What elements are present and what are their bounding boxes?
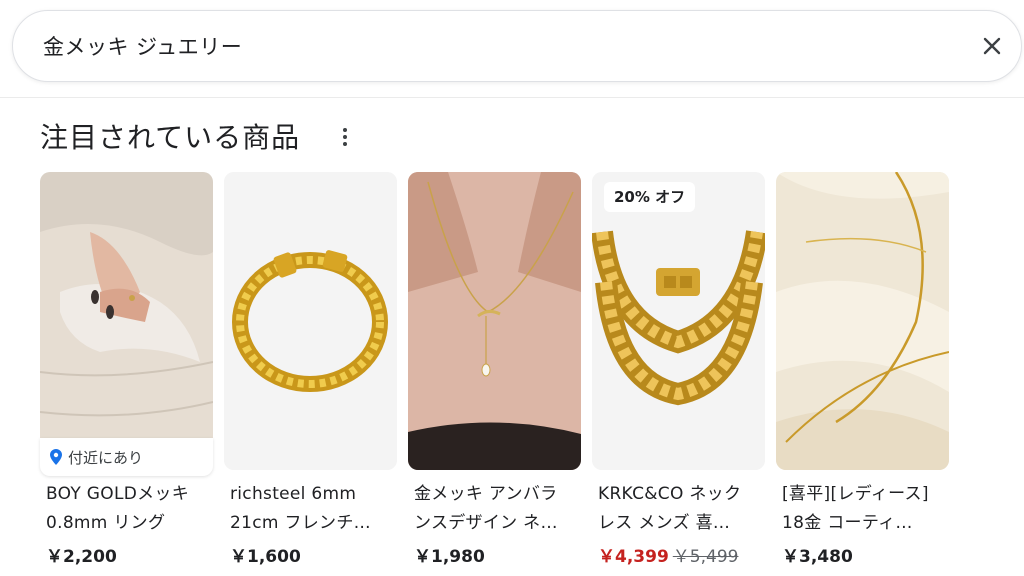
product-card[interactable]: [喜平][レディース] 18金 コーティ… ￥3,480: [776, 172, 949, 576]
location-pin-icon: [50, 449, 62, 465]
product-title-line: レス メンズ 喜…: [598, 513, 731, 533]
product-card[interactable]: 金メッキ アンバラ ンスデザイン ネ… ￥1,980: [408, 172, 581, 576]
product-price: ￥4,399 ￥5,499: [598, 542, 738, 567]
search-bar[interactable]: 金メッキ ジュエリー: [12, 10, 1022, 82]
product-title[interactable]: KRKC&CO ネック レス メンズ 喜…: [598, 480, 763, 538]
product-image: [776, 172, 949, 470]
close-icon[interactable]: [977, 31, 1007, 61]
section-title: 注目されている商品: [40, 121, 301, 154]
product-title-line: 21cm フレンチ…: [230, 513, 371, 533]
product-title[interactable]: BOY GOLDメッキ 0.8mm リング: [46, 480, 211, 538]
product-card[interactable]: 付近にあり BOY GOLDメッキ 0.8mm リング ￥2,200: [40, 172, 213, 576]
sale-price: ￥4,399: [598, 547, 669, 567]
nearby-label: 付近にあり: [68, 448, 144, 467]
product-title-line: ンスデザイン ネ…: [414, 513, 558, 533]
product-image: [40, 172, 213, 470]
product-image: [408, 172, 581, 470]
nearby-badge: 付近にあり: [40, 438, 213, 476]
product-card[interactable]: 20% オフ KRKC&CO ネック レス メンズ 喜… ￥4,399 ￥5,49…: [592, 172, 765, 576]
product-card[interactable]: richsteel 6mm 21cm フレンチ… ￥1,600: [224, 172, 397, 576]
product-title-line: [喜平][レディース]: [782, 484, 929, 504]
more-options-icon[interactable]: [334, 122, 356, 152]
price: ￥2,200: [46, 547, 117, 567]
product-price: ￥2,200: [46, 542, 117, 567]
header-divider: [0, 97, 1024, 98]
product-price: ￥1,600: [230, 542, 301, 567]
price: ￥1,980: [414, 547, 485, 567]
price: ￥3,480: [782, 547, 853, 567]
product-title-line: richsteel 6mm: [230, 484, 357, 504]
product-title-line: 金メッキ アンバラ: [414, 484, 558, 504]
product-image: [592, 172, 765, 470]
product-title-line: 0.8mm リング: [46, 513, 166, 533]
product-title-line: 18金 コーティ…: [782, 513, 913, 533]
product-title-line: BOY GOLDメッキ: [46, 484, 190, 504]
product-title[interactable]: 金メッキ アンバラ ンスデザイン ネ…: [414, 480, 579, 538]
product-title[interactable]: [喜平][レディース] 18金 コーティ…: [782, 480, 947, 538]
product-price: ￥1,980: [414, 542, 485, 567]
discount-badge: 20% オフ: [604, 182, 696, 212]
product-image: [224, 172, 397, 470]
price: ￥1,600: [230, 547, 301, 567]
product-price: ￥3,480: [782, 542, 853, 567]
product-title-line: KRKC&CO ネック: [598, 484, 742, 504]
original-price: ￥5,499: [672, 547, 739, 567]
search-input[interactable]: 金メッキ ジュエリー: [43, 31, 242, 61]
product-title[interactable]: richsteel 6mm 21cm フレンチ…: [230, 480, 395, 538]
